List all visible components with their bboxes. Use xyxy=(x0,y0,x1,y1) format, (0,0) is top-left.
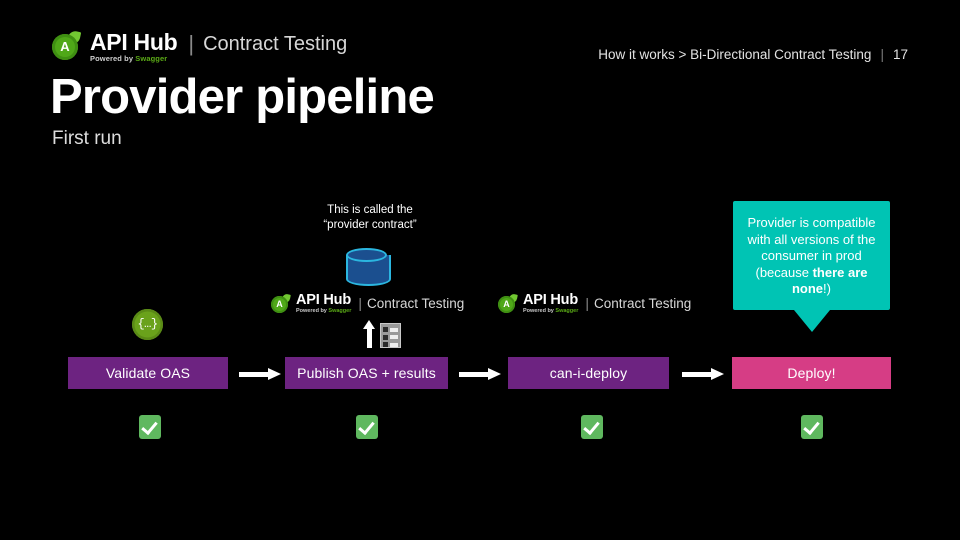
brand-divider: | xyxy=(585,294,589,311)
oas-braces-icon: {…} xyxy=(132,309,163,340)
logo-ring-icon xyxy=(271,296,288,313)
checklist-line xyxy=(390,342,398,347)
arrow-head xyxy=(711,368,724,380)
powered-by-swagger: Swagger xyxy=(555,308,579,314)
pipeline-stage-1[interactable]: Publish OAS + results xyxy=(285,357,448,389)
pipeline-arrow-2 xyxy=(682,368,724,380)
checklist-line xyxy=(390,335,398,339)
checklist-row xyxy=(383,334,398,340)
stage-status-check-3 xyxy=(801,415,823,439)
arrow-shaft xyxy=(682,372,712,377)
brand-powered-by: Powered by Swagger xyxy=(296,308,351,315)
api-hub-logo-icon xyxy=(51,29,82,61)
results-checklist-icon xyxy=(380,323,401,348)
arrow-shaft xyxy=(459,372,489,377)
stage-status-check-1 xyxy=(356,415,378,439)
powered-by-swagger: Swagger xyxy=(328,308,352,314)
arrow-head xyxy=(488,368,501,380)
brand-divider: | xyxy=(358,294,362,311)
checklist-row xyxy=(383,327,398,332)
powered-by-swagger: Swagger xyxy=(135,54,168,63)
database-icon xyxy=(346,248,391,292)
checklist-row xyxy=(383,342,398,347)
deploy-callout-bubble: Provider is compatible with all versions… xyxy=(733,201,890,332)
breadcrumb-trail: How it works > Bi-Directional Contract T… xyxy=(598,47,872,62)
brand-text: API Hub Powered by Swagger xyxy=(296,293,351,315)
brand-text: API Hub Powered by Swagger xyxy=(90,29,178,64)
powered-by-prefix: Powered by xyxy=(296,308,329,314)
database-top xyxy=(346,248,387,262)
brand-tagline: Contract Testing xyxy=(593,295,692,311)
brand-name: API Hub xyxy=(296,292,351,308)
brand-name: API Hub xyxy=(90,29,178,55)
pipeline-arrow-1 xyxy=(459,368,501,380)
breadcrumb: How it works > Bi-Directional Contract T… xyxy=(598,47,908,62)
page-number: 17 xyxy=(892,47,908,62)
brand-text: API Hub Powered by Swagger xyxy=(523,293,578,315)
powered-by-prefix: Powered by xyxy=(523,308,556,314)
stage-status-check-0 xyxy=(139,415,161,439)
api-hub-lockup-publish: API Hub Powered by Swagger | Contract Te… xyxy=(270,293,464,315)
annotation-line-2: “provider contract” xyxy=(323,218,417,231)
checklist-line xyxy=(390,327,398,332)
slide-root: API Hub Powered by Swagger | Contract Te… xyxy=(0,0,960,540)
provider-contract-annotation: This is called the “provider contract” xyxy=(295,203,445,232)
brand-powered-by: Powered by Swagger xyxy=(523,308,578,315)
arrow-head xyxy=(363,320,375,329)
arrow-head xyxy=(268,368,281,380)
page-subtitle: First run xyxy=(52,128,122,149)
api-hub-logo-icon xyxy=(497,293,518,314)
brand-name: API Hub xyxy=(523,292,578,308)
brand-lockup: API Hub Powered by Swagger | Contract Te… xyxy=(51,28,347,64)
logo-ring-icon xyxy=(498,296,515,313)
pipeline-stage-0[interactable]: Validate OAS xyxy=(68,357,228,389)
brand-tagline: Contract Testing xyxy=(366,295,465,311)
pipeline-stage-3[interactable]: Deploy! xyxy=(732,357,891,389)
powered-by-prefix: Powered by xyxy=(90,54,136,63)
breadcrumb-separator: | xyxy=(880,47,884,62)
checkbox-glyph xyxy=(383,342,388,347)
upload-arrow-icon xyxy=(363,320,375,348)
annotation-line-1: This is called the xyxy=(327,204,413,216)
logo-ring-icon xyxy=(52,34,78,60)
page-title: Provider pipeline xyxy=(50,70,435,124)
pipeline-arrow-0 xyxy=(239,368,281,380)
stage-status-check-2 xyxy=(581,415,603,439)
api-hub-logo-icon xyxy=(270,293,291,314)
callout-text-after: !) xyxy=(823,281,831,296)
api-hub-lockup-can-i-deploy: API Hub Powered by Swagger | Contract Te… xyxy=(497,293,691,315)
brand-tagline: Contract Testing xyxy=(203,33,348,55)
brand-powered-by: Powered by Swagger xyxy=(90,54,177,63)
brand-divider: | xyxy=(188,31,195,56)
callout-tail xyxy=(793,309,830,332)
checkbox-glyph xyxy=(383,327,388,332)
arrow-shaft xyxy=(367,327,372,348)
arrow-shaft xyxy=(239,372,269,377)
checkbox-glyph xyxy=(383,334,388,340)
pipeline-stage-2[interactable]: can-i-deploy xyxy=(508,357,669,389)
